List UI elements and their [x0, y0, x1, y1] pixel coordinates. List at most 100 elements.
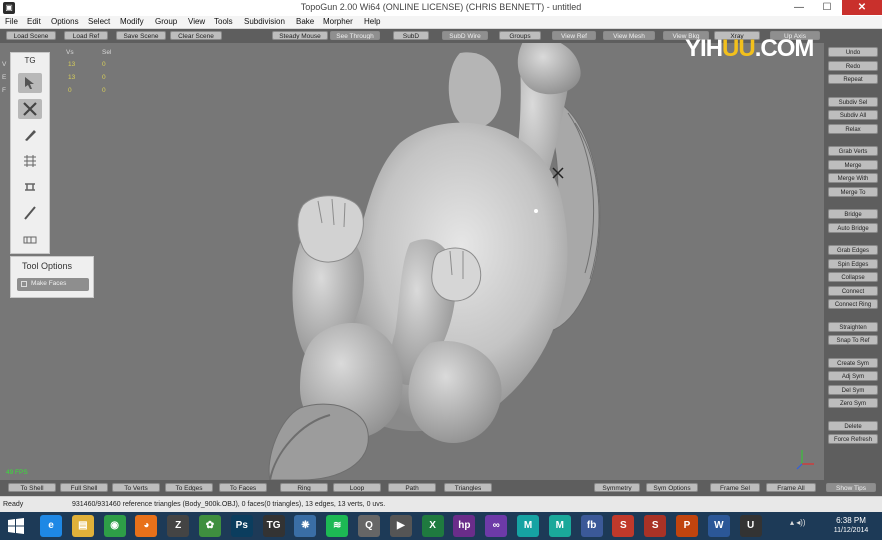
to-edges-button[interactable]: To Edges	[165, 483, 213, 492]
triangles-button[interactable]: Triangles	[444, 483, 492, 492]
full-shell-button[interactable]: Full Shell	[60, 483, 108, 492]
collapse-button[interactable]: Collapse	[828, 272, 878, 282]
paint-tool-button[interactable]	[18, 229, 42, 249]
sym-options-button[interactable]: Sym Options	[646, 483, 698, 492]
load-ref-button[interactable]: Load Ref	[64, 31, 108, 40]
frame-all-button[interactable]: Frame All	[766, 483, 816, 492]
zbrush-icon[interactable]: Z	[167, 515, 190, 537]
save-scene-button[interactable]: Save Scene	[116, 31, 166, 40]
clock-date[interactable]: 11/12/2014	[826, 527, 876, 534]
spin-edges-button[interactable]: Spin Edges	[828, 258, 878, 269]
3d-viewport[interactable]: Vs Sel V 13 0 E 13 0 F 0 0 49 FPS	[0, 43, 824, 480]
brush-tool-button[interactable]	[18, 203, 42, 223]
grab-edges-button[interactable]: Grab Edges	[828, 245, 878, 255]
connect-ring-button[interactable]: Connect Ring	[828, 299, 878, 309]
select-tool-button[interactable]	[18, 73, 42, 93]
delete-button[interactable]: Delete	[828, 420, 878, 431]
menu-edit[interactable]: Edit	[27, 16, 41, 28]
steady-mouse-button[interactable]: Steady Mouse	[272, 31, 328, 40]
menu-options[interactable]: Options	[51, 16, 79, 28]
menu-group[interactable]: Group	[155, 16, 177, 28]
maya2-icon[interactable]: M	[548, 515, 571, 537]
quicktime-icon[interactable]: Q	[358, 515, 380, 537]
menu-tools[interactable]: Tools	[214, 16, 233, 28]
purple-app-icon[interactable]: ∞	[485, 515, 508, 537]
maya-icon[interactable]: M	[517, 515, 539, 537]
undo-button[interactable]: Undo	[828, 47, 878, 57]
minimize-button[interactable]: —	[786, 0, 812, 15]
substance-icon[interactable]: S	[612, 515, 635, 537]
substance2-icon[interactable]: S	[644, 515, 667, 537]
hp-icon[interactable]: hp	[453, 515, 476, 537]
photoshop-icon[interactable]: Ps	[230, 515, 253, 537]
loop-button[interactable]: Loop	[333, 483, 381, 492]
close-button[interactable]: ✕	[842, 0, 882, 15]
merge-button[interactable]: Merge	[828, 159, 878, 170]
spotify-icon[interactable]: ≋	[326, 515, 349, 537]
subd-button[interactable]: SubD	[393, 31, 429, 40]
see-through-button[interactable]: See Through	[330, 31, 380, 40]
menu-morpher[interactable]: Morpher	[323, 16, 353, 28]
symmetry-button[interactable]: Symmetry	[594, 483, 640, 492]
merge-to-button[interactable]: Merge To	[828, 186, 878, 197]
bridge-tool-button[interactable]	[18, 177, 42, 197]
draw-tool-button[interactable]	[18, 125, 42, 145]
adj-sym-button[interactable]: Adj Sym	[828, 371, 878, 381]
clear-scene-button[interactable]: Clear Scene	[170, 31, 222, 40]
view-ref-button[interactable]: View Ref	[552, 31, 596, 40]
maximize-button[interactable]: ☐	[814, 0, 840, 15]
make-faces-toggle[interactable]: Make Faces	[17, 278, 89, 291]
frame-sel-button[interactable]: Frame Sel	[710, 483, 760, 492]
unreal-icon[interactable]: U	[739, 515, 762, 537]
tubes-tool-button[interactable]	[18, 151, 42, 171]
load-scene-button[interactable]: Load Scene	[6, 31, 56, 40]
ie-icon[interactable]: e	[40, 515, 62, 537]
to-faces-button[interactable]: To Faces	[219, 483, 267, 492]
view-mesh-button[interactable]: View Mesh	[603, 31, 655, 40]
word-icon[interactable]: W	[707, 515, 730, 537]
chat-icon[interactable]: ❋	[294, 515, 317, 537]
connect-button[interactable]: Connect	[828, 285, 878, 296]
tray-icons[interactable]: ▴ ◂))	[790, 518, 810, 534]
topogun-icon[interactable]: TG	[262, 515, 285, 537]
repeat-button[interactable]: Repeat	[828, 74, 878, 84]
menu-bake[interactable]: Bake	[296, 16, 314, 28]
path-button[interactable]: Path	[388, 483, 436, 492]
snap-to-ref-button[interactable]: Snap To Ref	[828, 335, 878, 345]
groups-button[interactable]: Groups	[499, 31, 541, 40]
fb-icon[interactable]: fb	[580, 515, 603, 537]
ring-button[interactable]: Ring	[280, 483, 328, 492]
make-faces-checkbox[interactable]	[21, 281, 27, 287]
redo-button[interactable]: Redo	[828, 60, 878, 71]
merge-with-button[interactable]: Merge With	[828, 173, 878, 183]
menu-help[interactable]: Help	[364, 16, 380, 28]
to-verts-button[interactable]: To Verts	[112, 483, 160, 492]
subdiv-all-button[interactable]: Subdiv All	[828, 110, 878, 120]
create-tool-button[interactable]	[18, 99, 42, 119]
force-refresh-button[interactable]: Force Refresh	[828, 434, 878, 444]
bridge-button[interactable]: Bridge	[828, 209, 878, 219]
app-green-icon[interactable]: ✿	[199, 515, 221, 537]
menu-modify[interactable]: Modify	[120, 16, 144, 28]
explorer-icon[interactable]: ▤	[71, 515, 94, 537]
show-tips-button[interactable]: Show Tips	[826, 483, 876, 492]
menu-select[interactable]: Select	[88, 16, 110, 28]
grab-verts-button[interactable]: Grab Verts	[828, 146, 878, 156]
create-sym-button[interactable]: Create Sym	[828, 357, 878, 368]
powerpoint-icon[interactable]: P	[676, 515, 698, 537]
straighten-button[interactable]: Straighten	[828, 321, 878, 332]
chrome-icon[interactable]: ◉	[103, 515, 126, 537]
clock-time[interactable]: 6:38 PM	[826, 516, 876, 525]
menu-subdivision[interactable]: Subdivision	[244, 16, 285, 28]
subd-wire-button[interactable]: SubD Wire	[442, 31, 488, 40]
media-icon[interactable]: ▶	[389, 515, 412, 537]
excel-icon[interactable]: X	[421, 515, 444, 537]
start-button-icon[interactable]	[8, 518, 24, 534]
firefox-icon[interactable]: ◕	[135, 515, 158, 537]
auto-bridge-button[interactable]: Auto Bridge	[828, 222, 878, 233]
relax-button[interactable]: Relax	[828, 123, 878, 134]
del-sym-button[interactable]: Del Sym	[828, 384, 878, 395]
menu-file[interactable]: File	[5, 16, 18, 28]
zero-sym-button[interactable]: Zero Sym	[828, 398, 878, 408]
to-shell-button[interactable]: To Shell	[8, 483, 56, 492]
